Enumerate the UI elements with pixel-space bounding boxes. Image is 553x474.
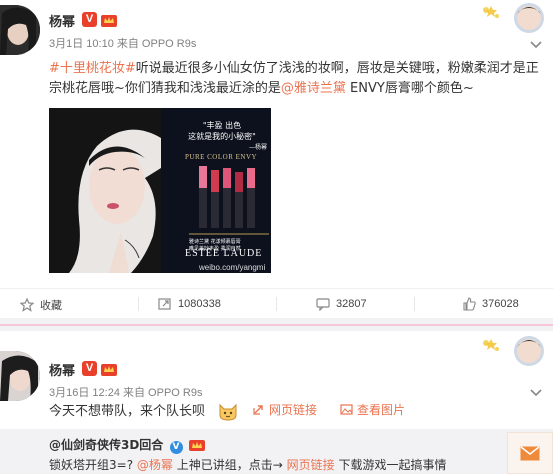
repost-icon	[158, 298, 171, 310]
hashtag-link[interactable]: #十里桃花妆#	[49, 61, 136, 76]
image-tagline-line2: 这就是我的小秘密"	[188, 132, 256, 141]
post-meta[interactable]: 3月1日 10:10 来自 OPPO R9s	[49, 35, 196, 51]
repost-web-link[interactable]: 网页链接	[287, 458, 335, 472]
image-icon	[340, 404, 353, 415]
username[interactable]: 杨幂	[49, 11, 75, 30]
cat-emoji-icon	[219, 403, 237, 421]
view-image-label: 查看图片	[357, 403, 406, 417]
repost-text-body: 锁妖塔开组3=?	[49, 458, 134, 472]
mail-icon	[520, 445, 540, 460]
chevron-down-icon[interactable]	[529, 40, 543, 50]
web-link[interactable]: 网页链接	[252, 401, 317, 418]
image-product-desc-1: 雅诗兰黛 花漾倾慕唇膏	[189, 239, 241, 245]
action-separator	[276, 297, 277, 311]
favorite-label: 收藏	[40, 300, 62, 312]
like-button[interactable]: 376028	[462, 297, 519, 311]
card-decoration-icon	[483, 3, 544, 33]
action-separator	[138, 297, 139, 311]
avatar[interactable]	[0, 351, 40, 401]
repost-author[interactable]: @仙剑奇侠传3D回合 V	[49, 436, 205, 454]
verified-badge-icon: V	[82, 361, 97, 376]
post-text-tail: ENVY唇膏哪个颜色~	[345, 81, 474, 96]
crown-icon	[188, 440, 205, 451]
post-image[interactable]: "丰盈 出色 这就是我的小秘密" —杨幂 PURE COLOR ENVY 雅诗兰…	[49, 108, 271, 273]
image-watermark: weibo.com/yangmi	[199, 263, 266, 272]
repost-mention-link[interactable]: @杨幂	[137, 458, 173, 472]
repost-box[interactable]: @仙剑奇侠传3D回合 V 锁妖塔开组3=? @杨幂 上神已讲组，点击→ 网页链接…	[0, 429, 553, 474]
like-count: 376028	[482, 298, 519, 310]
favorite-button[interactable]: 收藏	[20, 297, 62, 313]
blue-v-badge-icon: V	[169, 441, 183, 454]
feed-divider-line	[0, 324, 553, 326]
image-brand: ESTĒE LAUDE	[185, 248, 263, 259]
web-link-label: 网页链接	[269, 403, 318, 417]
post-meta[interactable]: 3月16日 12:24 来自 OPPO R9s	[49, 384, 202, 400]
post2-text: 今天不想带队，来个队长呗	[49, 402, 205, 422]
post2-text-body: 今天不想带队，来个队长呗	[49, 404, 206, 419]
message-button[interactable]	[507, 432, 553, 474]
mention-link[interactable]: @雅诗兰黛	[281, 81, 346, 96]
chevron-down-icon[interactable]	[529, 388, 543, 398]
repost-author-name[interactable]: @仙剑奇侠传3D回合	[49, 438, 163, 452]
image-tagline: "丰盈 出色 这就是我的小秘密" —杨幂	[177, 120, 267, 153]
avatar[interactable]	[0, 5, 40, 55]
image-tagline-line1: "丰盈 出色	[202, 121, 242, 130]
view-image-link[interactable]: 查看图片	[340, 401, 405, 418]
weibo-post-1: 杨幂 V 3月1日 10:10 来自 OPPO R9s #十里桃花妆#听说最近很…	[0, 0, 553, 318]
link-icon	[253, 405, 263, 415]
star-icon	[20, 298, 34, 312]
comment-button[interactable]: 32807	[316, 297, 367, 311]
post-actions: 收藏 1080338 32807 376028	[0, 288, 553, 318]
comment-count: 32807	[336, 298, 367, 310]
image-tagline-sign: —杨幂	[248, 144, 267, 151]
username[interactable]: 杨幂	[49, 360, 75, 379]
repost-count: 1080338	[178, 298, 221, 310]
comment-icon	[316, 298, 330, 311]
repost-text-mid: 上神已讲组，点击→	[176, 458, 283, 472]
repost-text-end: 下载游戏一起搞事情	[338, 458, 447, 472]
crown-icon[interactable]	[101, 12, 117, 27]
post-text: #十里桃花妆#听说最近很多小仙女仿了浅浅的妆啊，唇妆是关键哦，粉嫩柔润才是正宗桃…	[49, 59, 549, 99]
repost-button[interactable]: 1080338	[158, 297, 221, 311]
card-decoration-icon	[483, 336, 544, 366]
image-product-line: PURE COLOR ENVY	[185, 153, 258, 161]
action-separator	[414, 297, 415, 311]
like-icon	[463, 297, 476, 311]
crown-icon[interactable]	[101, 361, 117, 376]
repost-text: 锁妖塔开组3=? @杨幂 上神已讲组，点击→ 网页链接 下载游戏一起搞事情	[49, 456, 489, 473]
verified-badge-icon: V	[82, 12, 97, 27]
